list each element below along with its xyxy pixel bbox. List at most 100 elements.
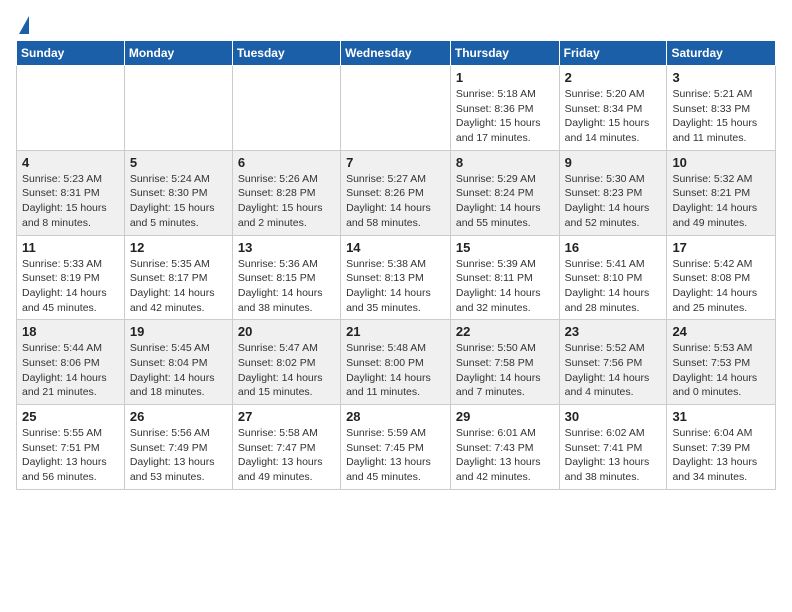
calendar-cell: 17 Sunrise: 5:42 AM Sunset: 8:08 PM Dayli…: [667, 235, 776, 320]
day-info: Sunrise: 5:33 AM Sunset: 8:19 PM Dayligh…: [22, 257, 119, 316]
day-number: 7: [346, 155, 445, 170]
calendar-week-row: 4 Sunrise: 5:23 AM Sunset: 8:31 PM Daylig…: [17, 150, 776, 235]
day-info: Sunrise: 5:36 AM Sunset: 8:15 PM Dayligh…: [238, 257, 335, 316]
day-info: Sunrise: 5:45 AM Sunset: 8:04 PM Dayligh…: [130, 341, 227, 400]
weekday-header-monday: Monday: [124, 41, 232, 66]
day-info: Sunrise: 5:24 AM Sunset: 8:30 PM Dayligh…: [130, 172, 227, 231]
day-info: Sunrise: 5:48 AM Sunset: 8:00 PM Dayligh…: [346, 341, 445, 400]
day-number: 26: [130, 409, 227, 424]
day-info: Sunrise: 5:23 AM Sunset: 8:31 PM Dayligh…: [22, 172, 119, 231]
calendar-cell: 30Sunrise: 6:02 AM Sunset: 7:41 PM Dayli…: [559, 405, 667, 490]
day-number: 9: [565, 155, 662, 170]
calendar-cell: 20 Sunrise: 5:47 AM Sunset: 8:02 PM Dayli…: [232, 320, 340, 405]
calendar-cell: 14Sunrise: 5:38 AM Sunset: 8:13 PM Dayli…: [341, 235, 451, 320]
calendar-cell: [341, 66, 451, 151]
calendar-cell: [232, 66, 340, 151]
page-header: [16, 16, 776, 32]
weekday-header-thursday: Thursday: [450, 41, 559, 66]
calendar-cell: 29 Sunrise: 6:01 AM Sunset: 7:43 PM Dayli…: [450, 405, 559, 490]
calendar-cell: 16 Sunrise: 5:41 AM Sunset: 8:10 PM Dayli…: [559, 235, 667, 320]
calendar-cell: [17, 66, 125, 151]
calendar-week-row: 1 Sunrise: 5:18 AM Sunset: 8:36 PM Daylig…: [17, 66, 776, 151]
day-number: 22: [456, 324, 554, 339]
day-info: Sunrise: 5:53 AM Sunset: 7:53 PM Dayligh…: [672, 341, 770, 400]
day-info: Sunrise: 6:01 AM Sunset: 7:43 PM Dayligh…: [456, 426, 554, 485]
day-number: 2: [565, 70, 662, 85]
day-number: 28: [346, 409, 445, 424]
calendar-cell: 23Sunrise: 5:52 AM Sunset: 7:56 PM Dayli…: [559, 320, 667, 405]
day-number: 12: [130, 240, 227, 255]
weekday-header-sunday: Sunday: [17, 41, 125, 66]
day-info: Sunrise: 5:47 AM Sunset: 8:02 PM Dayligh…: [238, 341, 335, 400]
day-info: Sunrise: 5:29 AM Sunset: 8:24 PM Dayligh…: [456, 172, 554, 231]
day-info: Sunrise: 5:35 AM Sunset: 8:17 PM Dayligh…: [130, 257, 227, 316]
calendar-cell: 3 Sunrise: 5:21 AM Sunset: 8:33 PM Daylig…: [667, 66, 776, 151]
calendar-cell: 11 Sunrise: 5:33 AM Sunset: 8:19 PM Dayli…: [17, 235, 125, 320]
day-info: Sunrise: 5:55 AM Sunset: 7:51 PM Dayligh…: [22, 426, 119, 485]
calendar-cell: 27 Sunrise: 5:58 AM Sunset: 7:47 PM Dayli…: [232, 405, 340, 490]
day-number: 15: [456, 240, 554, 255]
calendar-cell: 26 Sunrise: 5:56 AM Sunset: 7:49 PM Dayli…: [124, 405, 232, 490]
day-number: 4: [22, 155, 119, 170]
day-number: 13: [238, 240, 335, 255]
calendar-cell: 6Sunrise: 5:26 AM Sunset: 8:28 PM Daylig…: [232, 150, 340, 235]
day-info: Sunrise: 5:41 AM Sunset: 8:10 PM Dayligh…: [565, 257, 662, 316]
day-info: Sunrise: 5:44 AM Sunset: 8:06 PM Dayligh…: [22, 341, 119, 400]
calendar-week-row: 18 Sunrise: 5:44 AM Sunset: 8:06 PM Dayli…: [17, 320, 776, 405]
day-number: 23: [565, 324, 662, 339]
calendar-cell: 9 Sunrise: 5:30 AM Sunset: 8:23 PM Daylig…: [559, 150, 667, 235]
day-number: 25: [22, 409, 119, 424]
weekday-header-row: SundayMondayTuesdayWednesdayThursdayFrid…: [17, 41, 776, 66]
calendar-cell: 22 Sunrise: 5:50 AM Sunset: 7:58 PM Dayli…: [450, 320, 559, 405]
day-number: 19: [130, 324, 227, 339]
calendar-table: SundayMondayTuesdayWednesdayThursdayFrid…: [16, 40, 776, 490]
day-number: 20: [238, 324, 335, 339]
weekday-header-saturday: Saturday: [667, 41, 776, 66]
calendar-cell: 18 Sunrise: 5:44 AM Sunset: 8:06 PM Dayli…: [17, 320, 125, 405]
calendar-cell: 21 Sunrise: 5:48 AM Sunset: 8:00 PM Dayli…: [341, 320, 451, 405]
day-number: 17: [672, 240, 770, 255]
calendar-cell: 5 Sunrise: 5:24 AM Sunset: 8:30 PM Daylig…: [124, 150, 232, 235]
calendar-cell: 7 Sunrise: 5:27 AM Sunset: 8:26 PM Daylig…: [341, 150, 451, 235]
day-number: 27: [238, 409, 335, 424]
day-number: 24: [672, 324, 770, 339]
day-info: Sunrise: 5:42 AM Sunset: 8:08 PM Dayligh…: [672, 257, 770, 316]
calendar-cell: 19 Sunrise: 5:45 AM Sunset: 8:04 PM Dayli…: [124, 320, 232, 405]
calendar-cell: 8Sunrise: 5:29 AM Sunset: 8:24 PM Daylig…: [450, 150, 559, 235]
day-number: 29: [456, 409, 554, 424]
calendar-cell: [124, 66, 232, 151]
calendar-cell: 4 Sunrise: 5:23 AM Sunset: 8:31 PM Daylig…: [17, 150, 125, 235]
day-info: Sunrise: 5:26 AM Sunset: 8:28 PM Dayligh…: [238, 172, 335, 231]
day-info: Sunrise: 5:21 AM Sunset: 8:33 PM Dayligh…: [672, 87, 770, 146]
calendar-week-row: 11 Sunrise: 5:33 AM Sunset: 8:19 PM Dayli…: [17, 235, 776, 320]
day-number: 3: [672, 70, 770, 85]
day-number: 30: [565, 409, 662, 424]
day-number: 5: [130, 155, 227, 170]
day-number: 21: [346, 324, 445, 339]
calendar-cell: 25 Sunrise: 5:55 AM Sunset: 7:51 PM Dayli…: [17, 405, 125, 490]
day-info: Sunrise: 5:32 AM Sunset: 8:21 PM Dayligh…: [672, 172, 770, 231]
calendar-week-row: 25 Sunrise: 5:55 AM Sunset: 7:51 PM Dayli…: [17, 405, 776, 490]
calendar-cell: 28Sunrise: 5:59 AM Sunset: 7:45 PM Dayli…: [341, 405, 451, 490]
day-info: Sunrise: 5:20 AM Sunset: 8:34 PM Dayligh…: [565, 87, 662, 146]
day-info: Sunrise: 5:39 AM Sunset: 8:11 PM Dayligh…: [456, 257, 554, 316]
day-number: 14: [346, 240, 445, 255]
day-info: Sunrise: 5:27 AM Sunset: 8:26 PM Dayligh…: [346, 172, 445, 231]
day-number: 1: [456, 70, 554, 85]
day-info: Sunrise: 5:30 AM Sunset: 8:23 PM Dayligh…: [565, 172, 662, 231]
weekday-header-tuesday: Tuesday: [232, 41, 340, 66]
day-info: Sunrise: 5:58 AM Sunset: 7:47 PM Dayligh…: [238, 426, 335, 485]
day-number: 16: [565, 240, 662, 255]
day-info: Sunrise: 6:04 AM Sunset: 7:39 PM Dayligh…: [672, 426, 770, 485]
calendar-cell: 15 Sunrise: 5:39 AM Sunset: 8:11 PM Dayli…: [450, 235, 559, 320]
calendar-cell: 31Sunrise: 6:04 AM Sunset: 7:39 PM Dayli…: [667, 405, 776, 490]
calendar-cell: 12 Sunrise: 5:35 AM Sunset: 8:17 PM Dayli…: [124, 235, 232, 320]
day-info: Sunrise: 5:50 AM Sunset: 7:58 PM Dayligh…: [456, 341, 554, 400]
day-info: Sunrise: 5:56 AM Sunset: 7:49 PM Dayligh…: [130, 426, 227, 485]
day-info: Sunrise: 5:18 AM Sunset: 8:36 PM Dayligh…: [456, 87, 554, 146]
day-number: 18: [22, 324, 119, 339]
day-number: 10: [672, 155, 770, 170]
day-number: 11: [22, 240, 119, 255]
logo: [16, 16, 29, 32]
calendar-cell: 13 Sunrise: 5:36 AM Sunset: 8:15 PM Dayli…: [232, 235, 340, 320]
